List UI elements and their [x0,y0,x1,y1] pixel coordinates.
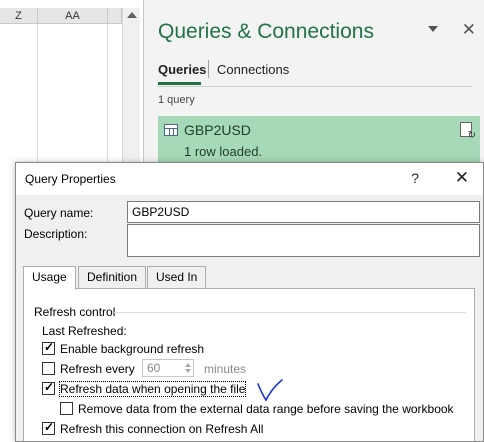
tab-queries[interactable]: Queries [158,62,206,77]
enable-background-refresh-checkbox[interactable] [42,340,55,355]
query-item-status: 1 row loaded. [184,144,263,159]
remove-data-label[interactable]: Remove data from the external data range… [78,402,454,416]
pane-title: Queries & Connections [158,20,374,43]
tab-connections[interactable]: Connections [217,62,289,77]
enable-background-refresh-label[interactable]: Enable background refresh [60,342,204,356]
refresh-interval-spinner: 60 [142,359,194,377]
tab-usage[interactable]: Usage [23,266,76,290]
handwritten-checkmark-annotation [257,379,283,402]
column-header-partial [108,8,122,24]
chevron-down-icon[interactable] [428,26,438,32]
last-refreshed-label: Last Refreshed: [42,324,127,338]
dialog-titlebar: Query Properties ? ✕ [16,163,483,195]
refresh-on-open-label[interactable]: Refresh data when opening the file [58,381,247,397]
spin-down-icon [185,369,191,373]
dialog-tabstrip: Usage Definition Used In [23,266,475,290]
active-tab-indicator [158,82,201,85]
query-count: 1 query [158,94,195,106]
table-icon [164,124,178,136]
description-input[interactable] [127,224,480,257]
column-header-aa[interactable]: AA [38,8,108,24]
query-properties-dialog: Query Properties ? ✕ Query name: Descrip… [15,162,484,442]
refresh-every-checkbox[interactable] [42,362,55,375]
usage-tab-panel: Refresh control Last Refreshed: Enable b… [23,288,475,441]
close-icon[interactable]: ✕ [462,20,476,40]
dialog-title: Query Properties [25,172,116,186]
minutes-label: minutes [204,362,247,376]
refresh-interval-value: 60 [147,361,161,375]
divider [158,86,472,87]
column-header-z[interactable]: Z [0,8,38,24]
group-divider [114,312,466,313]
tab-used-in[interactable]: Used In [147,266,207,288]
refresh-all-checkbox[interactable] [42,420,55,435]
tab-divider [208,60,209,78]
remove-data-checkbox[interactable] [60,402,73,415]
refresh-every-label[interactable]: Refresh every [60,362,135,376]
description-label: Description: [24,227,88,241]
close-icon[interactable]: ✕ [455,168,469,188]
spin-up-icon [185,363,191,367]
refresh-document-icon[interactable] [460,122,476,141]
help-icon[interactable]: ? [411,170,419,186]
refresh-all-label[interactable]: Refresh this connection on Refresh All [60,422,263,436]
refresh-control-group-title: Refresh control [34,305,116,319]
scroll-up-icon[interactable] [127,12,137,18]
query-name-input[interactable] [127,201,480,223]
query-name-label: Query name: [24,206,94,220]
query-item-name: GBP2USD [184,122,251,138]
refresh-on-open-checkbox[interactable] [42,380,55,395]
tab-definition[interactable]: Definition [78,266,147,288]
